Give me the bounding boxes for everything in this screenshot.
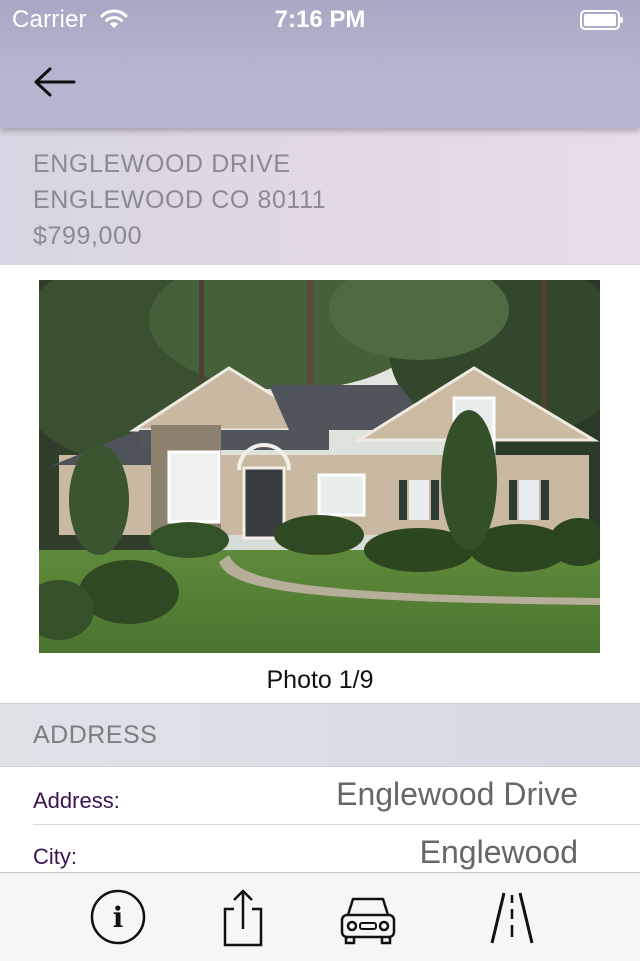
city-label: City: [33,844,77,869]
listing-price: $799,000 [33,222,143,250]
navigation-bar: Carrier 7:16 PM [0,0,640,128]
listing-city-line: ENGLEWOOD CO 80111 [33,186,327,214]
arrow-left-icon[interactable] [30,60,78,104]
status-bar: Carrier 7:16 PM [0,0,640,40]
address-row: Address: Englewood Drive [33,766,640,825]
clock: 7:16 PM [274,6,366,33]
address-label: Address: [33,788,120,813]
address-value: Englewood Drive [336,776,578,812]
car-icon[interactable] [338,887,398,947]
photo-caption: Photo 1/9 [266,666,374,694]
address-section-header: ADDRESS [0,703,640,767]
road-icon[interactable] [482,887,542,947]
info-icon[interactable]: i [88,887,148,947]
battery-icon [580,10,623,30]
section-title: ADDRESS [33,721,158,749]
svg-text:i: i [113,901,124,934]
house-photo[interactable] [39,280,600,653]
share-icon[interactable] [212,887,272,947]
listing-header: ENGLEWOOD DRIVE ENGLEWOOD CO 80111 $799,… [0,128,640,265]
tab-bar: i [0,872,640,961]
listing-street: ENGLEWOOD DRIVE [33,150,291,178]
city-value: Englewood [419,834,578,870]
